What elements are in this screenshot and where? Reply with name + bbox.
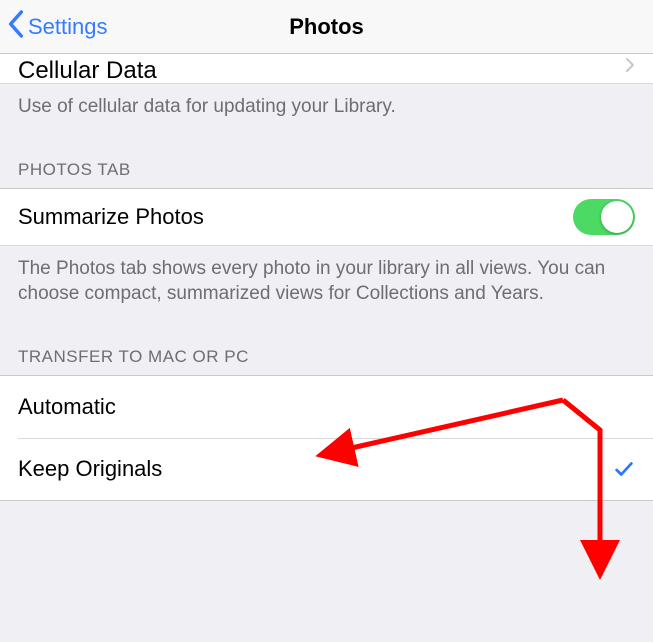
content: Cellular Data Use of cellular data for u… bbox=[0, 54, 653, 501]
toggle-knob bbox=[601, 201, 633, 233]
summarize-photos-label: Summarize Photos bbox=[18, 204, 573, 230]
navbar: Settings Photos bbox=[0, 0, 653, 54]
photos-tab-header: PHOTOS TAB bbox=[0, 132, 653, 188]
chevron-left-icon bbox=[8, 10, 24, 44]
back-label: Settings bbox=[28, 14, 108, 40]
summarize-photos-row[interactable]: Summarize Photos bbox=[0, 188, 653, 246]
back-button[interactable]: Settings bbox=[0, 10, 108, 44]
checkmark-icon bbox=[613, 458, 635, 480]
photos-tab-footer: The Photos tab shows every photo in your… bbox=[0, 246, 653, 319]
cellular-footer: Use of cellular data for updating your L… bbox=[0, 84, 653, 132]
cellular-data-label: Cellular Data bbox=[18, 57, 625, 84]
transfer-header: TRANSFER TO MAC OR PC bbox=[0, 319, 653, 375]
transfer-option-label: Automatic bbox=[18, 394, 635, 420]
transfer-option-automatic[interactable]: Automatic bbox=[0, 376, 653, 438]
chevron-right-icon bbox=[625, 54, 635, 79]
transfer-option-label: Keep Originals bbox=[18, 456, 613, 482]
transfer-options: Automatic Keep Originals bbox=[0, 375, 653, 501]
summarize-photos-toggle[interactable] bbox=[573, 199, 635, 235]
cellular-data-row[interactable]: Cellular Data bbox=[0, 54, 653, 84]
transfer-option-keep-originals[interactable]: Keep Originals bbox=[0, 438, 653, 500]
